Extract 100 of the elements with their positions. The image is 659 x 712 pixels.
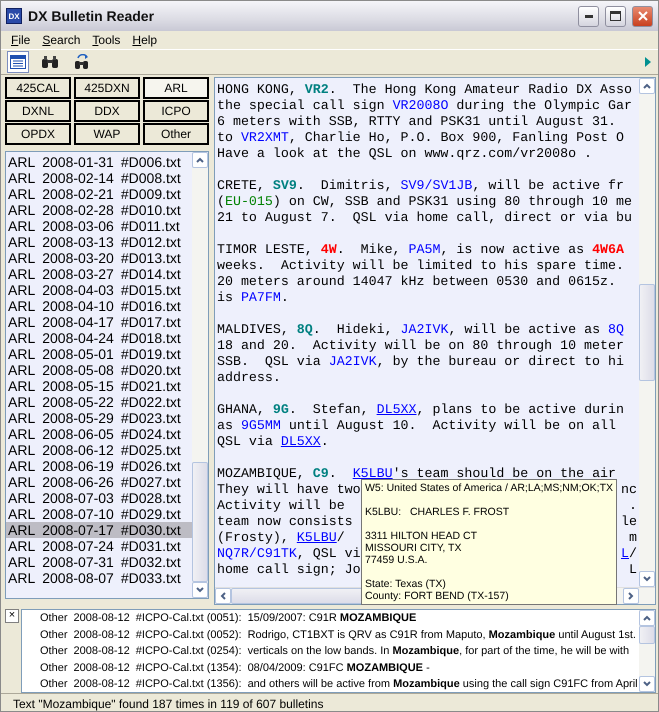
bulletin-list-item[interactable]: ARL 2008-07-03 #D028.txt: [6, 490, 192, 506]
bulletin-list-item[interactable]: ARL 2008-07-24 #D031.txt: [6, 538, 192, 554]
bulletin-list-item[interactable]: ARL 2008-07-17 #D030.txt: [6, 522, 192, 538]
callsign-link[interactable]: K5LBU: [296, 530, 337, 545]
maximize-button[interactable]: [605, 6, 626, 26]
scroll-thumb[interactable]: [639, 284, 655, 381]
source-button[interactable]: ARL: [143, 77, 209, 99]
text-line: QSL via DL5XX.: [217, 434, 329, 450]
callsign-link[interactable]: K5LBU: [352, 466, 393, 481]
result-file: #ICPO-Cal.txt (1354):: [136, 662, 242, 676]
source-button[interactable]: OPDX: [5, 123, 71, 145]
text-line: NQ7R/C91TK, QSL vi: [217, 546, 361, 562]
text-line: is PA7FM.: [217, 290, 289, 306]
text-line: as 9G5MM until August 10. Activity will be on all: [217, 418, 616, 434]
source-button[interactable]: 425CAL: [5, 77, 71, 99]
bulletin-list-item[interactable]: ARL 2008-02-14 #D008.txt: [6, 170, 192, 186]
source-button[interactable]: DDX: [74, 100, 140, 122]
text-line: CRETE, SV9. Dimitris, SV9/SV1JB, will be active fr: [217, 178, 624, 194]
bulletin-list-item[interactable]: ARL 2008-05-22 #D022.txt: [6, 394, 192, 410]
close-button[interactable]: [632, 6, 653, 26]
result-source: Other: [40, 678, 68, 692]
bulletin-list-item[interactable]: ARL 2008-05-08 #D020.txt: [6, 362, 192, 378]
result-date: 2008-08-12: [74, 645, 130, 659]
minimize-button[interactable]: [578, 6, 599, 26]
tooltip: W5: United States of America / AR;LA;MS;NM;OK;TX K5LBU: CHARLES F. FROST 3311 HILTON HEAD CT MISSOURI CITY, TX 77459 U.S.A. State: Texas (TX) County: FORT BEND (TX-157): [361, 479, 617, 605]
callsign-link[interactable]: DL5XX: [280, 434, 321, 449]
scroll-up-icon: [643, 83, 651, 89]
bulletin-list-item[interactable]: ARL 2008-07-31 #D032.txt: [6, 554, 192, 570]
result-date: 2008-08-12: [74, 678, 130, 692]
scroll-thumb[interactable]: [639, 626, 655, 644]
play-icon[interactable]: [644, 57, 652, 67]
scrollbar[interactable]: [639, 78, 655, 587]
text-fragment: L/: [621, 546, 637, 562]
result-file: #ICPO-Cal.txt (0051):: [136, 612, 242, 626]
binoculars-refresh-icon: [73, 54, 91, 70]
bulletin-list-item[interactable]: ARL 2008-08-07 #D033.txt: [6, 570, 192, 586]
bulletin-list-item[interactable]: ARL 2008-06-19 #D026.txt: [6, 458, 192, 474]
menu-item[interactable]: Search: [36, 33, 86, 47]
source-button[interactable]: WAP: [74, 123, 140, 145]
scrollbar[interactable]: [192, 152, 208, 598]
result-file: #ICPO-Cal.txt (1356):: [136, 678, 242, 692]
text-line: MOZAMBIQUE, C9. K5LBU's team should be on the air: [217, 466, 616, 482]
source-button[interactable]: 425DXN: [74, 77, 140, 99]
text-fragment: .: [629, 498, 637, 514]
bulletin-list-item[interactable]: ARL 2008-02-28 #D010.txt: [6, 202, 192, 218]
scroll-up-icon: [196, 157, 204, 163]
bulletin-list-item[interactable]: ARL 2008-02-21 #D009.txt: [6, 186, 192, 202]
bulletin-list-item[interactable]: ARL 2008-05-29 #D023.txt: [6, 410, 192, 426]
callsign-link[interactable]: DL5XX: [376, 402, 417, 417]
bulletin-list-item[interactable]: ARL 2008-05-01 #D019.txt: [6, 346, 192, 362]
text-line: GHANA, 9G. Stefan, DL5XX, plans to be active durin: [217, 402, 624, 418]
text-line: the special call sign VR2008O during the Olympic Gar: [217, 98, 632, 114]
result-snippet: verticals on the low bands. In Mozambique, for part of the time, he will be with: [248, 645, 630, 659]
bulletin-list-item[interactable]: ARL 2008-07-10 #D029.txt: [6, 506, 192, 522]
toolbar-button[interactable]: [7, 51, 29, 73]
bulletin-list-item[interactable]: ARL 2008-04-17 #D017.txt: [6, 314, 192, 330]
bulletin-list-item[interactable]: ARL 2008-06-05 #D024.txt: [6, 426, 192, 442]
bulletin-list-item[interactable]: ARL 2008-06-26 #D027.txt: [6, 474, 192, 490]
result-file: #ICPO-Cal.txt (0254):: [136, 645, 242, 659]
source-button[interactable]: DXNL: [5, 100, 71, 122]
bulletin-list-item[interactable]: ARL 2008-06-12 #D025.txt: [6, 442, 192, 458]
list-view-icon: [10, 55, 26, 69]
bulletin-list-item[interactable]: ARL 2008-04-10 #D016.txt: [6, 298, 192, 314]
maximize-icon: [610, 11, 621, 21]
bulletin-list-item[interactable]: ARL 2008-04-03 #D015.txt: [6, 282, 192, 298]
menu-item[interactable]: Help: [126, 33, 164, 47]
result-snippet: 08/04/2009: C91FC MOZAMBIQUE -: [248, 662, 430, 676]
bulletin-list-item[interactable]: ARL 2008-03-27 #D014.txt: [6, 266, 192, 282]
close-results-button[interactable]: ×: [5, 609, 19, 623]
result-file: #ICPO-Cal.txt (0052):: [136, 628, 242, 642]
bulletin-list-item[interactable]: ARL 2008-03-20 #D013.txt: [6, 250, 192, 266]
menu-item[interactable]: Tools: [86, 33, 126, 47]
bulletin-list-item[interactable]: ARL 2008-04-24 #D018.txt: [6, 330, 192, 346]
binoculars-icon: [41, 55, 59, 69]
text-line: (EU-015) on CW, SSB and PSK31 using 80 through 10 me: [217, 194, 632, 210]
text-line: to VR2XMT, Charlie Ho, P.O. Box 900, Fanling Post O: [217, 130, 624, 146]
bulletin-list-item[interactable]: ARL 2008-01-31 #D006.txt: [6, 154, 192, 170]
text-line: HONG KONG, VR2. The Hong Kong Amateur Radio DX Asso: [217, 82, 632, 98]
bulletin-list-item[interactable]: ARL 2008-05-15 #D021.txt: [6, 378, 192, 394]
text-fragment: L: [629, 562, 637, 578]
bulletin-list-item[interactable]: ARL 2008-03-06 #D011.txt: [6, 218, 192, 234]
text-fragment: m: [629, 530, 637, 546]
result-source: Other: [40, 662, 68, 676]
callsign-link[interactable]: L: [621, 546, 630, 561]
text-line: team now consists: [217, 514, 353, 530]
scrollbar[interactable]: [639, 610, 655, 692]
result-snippet: 15/09/2007: C91R MOZAMBIQUE: [248, 612, 416, 626]
scroll-right-icon: [628, 592, 634, 600]
text-line: home call sign; Jo: [217, 562, 361, 578]
scroll-thumb[interactable]: [192, 462, 208, 582]
text-line: They will have two: [217, 482, 361, 498]
bulletin-list-item[interactable]: ARL 2008-03-13 #D012.txt: [6, 234, 192, 250]
text-fragment: le: [621, 514, 637, 530]
scroll-up-icon: [643, 615, 651, 621]
menu-item[interactable]: File: [5, 33, 36, 47]
result-snippet: Rodrigo, CT1BXT is QRV as C91R from Maputo, Mozambique until August 1st.: [248, 628, 636, 642]
result-date: 2008-08-12: [74, 612, 130, 626]
source-button[interactable]: Other: [143, 123, 209, 145]
result-source: Other: [40, 628, 68, 642]
source-button[interactable]: ICPO: [143, 100, 209, 122]
